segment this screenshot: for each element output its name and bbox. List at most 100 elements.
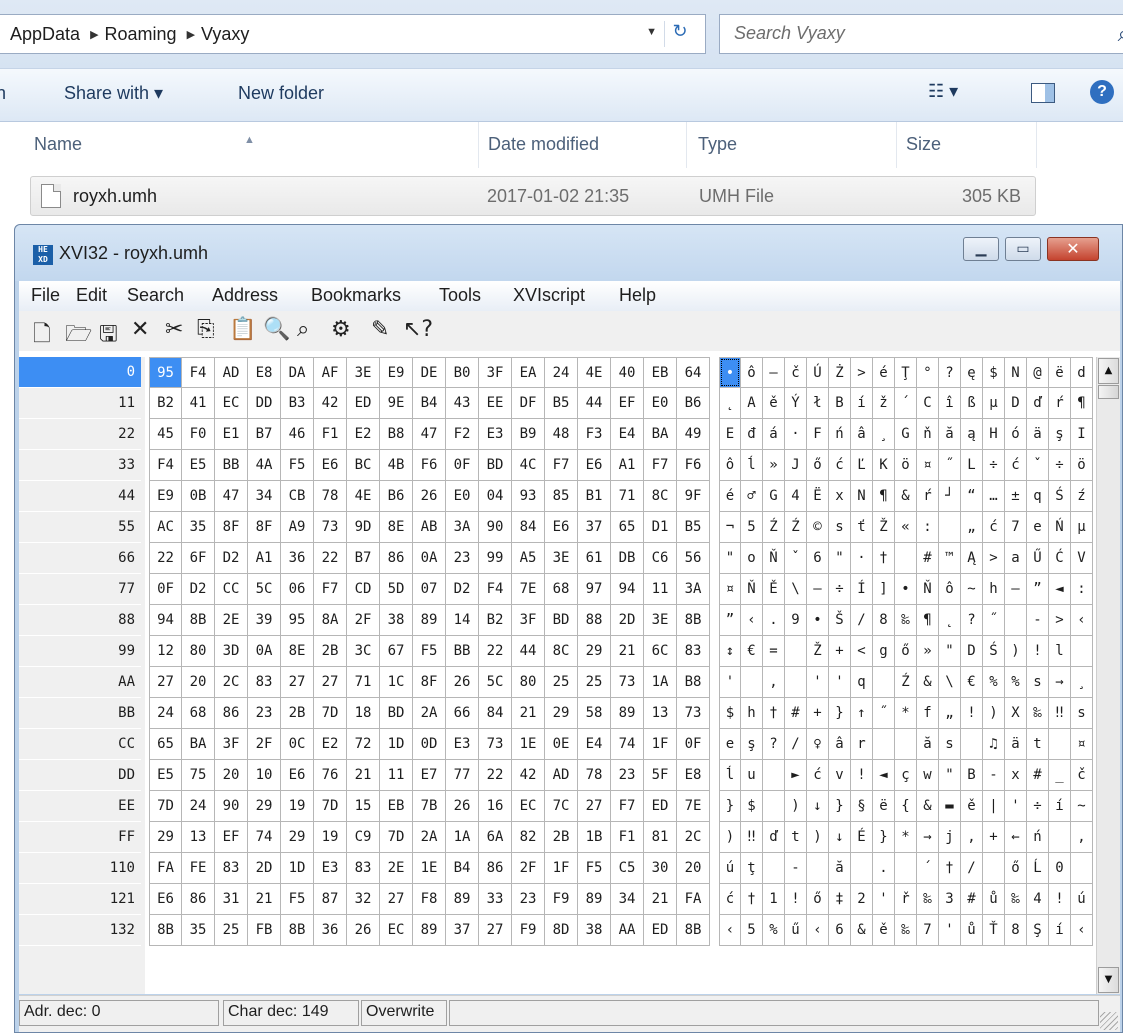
char-cell[interactable]: 1 <box>763 884 785 915</box>
char-cell[interactable]: 2 <box>851 884 873 915</box>
hex-byte-cell[interactable]: 42 <box>314 388 347 419</box>
hex-byte-cell[interactable]: AA <box>611 915 644 946</box>
char-cell[interactable]: ¸ <box>1071 667 1093 698</box>
hex-byte-cell[interactable]: 9D <box>347 512 380 543</box>
scroll-thumb[interactable] <box>1098 385 1119 399</box>
hex-byte-cell[interactable]: F5 <box>281 450 314 481</box>
hex-byte-cell[interactable]: 90 <box>479 512 512 543</box>
char-cell[interactable]: ? <box>961 605 983 636</box>
find-icon[interactable]: 🔍 <box>263 317 290 342</box>
hex-byte-cell[interactable]: 20 <box>677 853 710 884</box>
char-cell[interactable]: + <box>829 636 851 667</box>
char-cell[interactable]: & <box>895 481 917 512</box>
char-cell[interactable] <box>1049 729 1071 760</box>
char-cell[interactable]: ë <box>1049 357 1071 388</box>
char-cell[interactable]: ÷ <box>1027 791 1049 822</box>
char-cell[interactable]: x <box>829 481 851 512</box>
char-cell[interactable]: ď <box>1027 388 1049 419</box>
char-cell[interactable]: ł <box>807 388 829 419</box>
hex-byte-cell[interactable]: C9 <box>347 822 380 853</box>
hex-byte-cell[interactable]: F9 <box>512 915 545 946</box>
char-cell[interactable]: ř <box>895 884 917 915</box>
column-name[interactable]: Name <box>34 134 82 155</box>
char-cell[interactable]: 7 <box>1005 512 1027 543</box>
hex-byte-cell[interactable]: 27 <box>149 667 182 698</box>
menu-help[interactable]: Help <box>619 285 656 306</box>
close-button[interactable]: ✕ <box>1047 237 1099 261</box>
hex-byte-cell[interactable]: FB <box>248 915 281 946</box>
title-bar[interactable]: HE XD XVI32 - royxh.umh ▁ ▭ ✕ <box>15 225 1122 281</box>
char-cell[interactable]: w <box>917 760 939 791</box>
hex-byte-cell[interactable]: 1A <box>644 667 677 698</box>
char-cell[interactable]: ” <box>719 605 741 636</box>
char-cell[interactable]: X <box>1005 698 1027 729</box>
char-cell[interactable]: G <box>763 481 785 512</box>
char-cell[interactable]: ˇ <box>785 543 807 574</box>
char-cell[interactable]: ± <box>1005 481 1027 512</box>
char-cell[interactable] <box>785 636 807 667</box>
char-cell[interactable]: » <box>763 450 785 481</box>
char-cell[interactable]: 5 <box>741 915 763 946</box>
hex-byte-cell[interactable]: B5 <box>677 512 710 543</box>
char-cell[interactable]: Š <box>829 605 851 636</box>
hex-byte-cell[interactable]: 94 <box>149 605 182 636</box>
char-cell[interactable]: ˇ <box>1027 450 1049 481</box>
help-icon[interactable]: ? <box>1090 80 1114 104</box>
hex-byte-cell[interactable]: 27 <box>479 915 512 946</box>
hex-byte-cell[interactable]: F5 <box>281 884 314 915</box>
hex-byte-cell[interactable]: A5 <box>512 543 545 574</box>
hex-byte-cell[interactable]: F9 <box>545 884 578 915</box>
hex-byte-cell[interactable]: 73 <box>611 667 644 698</box>
hex-byte-cell[interactable]: 38 <box>578 915 611 946</box>
char-cell[interactable]: ź <box>1071 481 1093 512</box>
char-cell[interactable]: ô <box>719 450 741 481</box>
char-cell[interactable]: 5 <box>741 512 763 543</box>
char-cell[interactable]: É <box>851 822 873 853</box>
char-cell[interactable]: ć <box>807 760 829 791</box>
char-cell[interactable]: ♀ <box>807 729 829 760</box>
char-cell[interactable]: } <box>719 791 741 822</box>
hex-byte-cell[interactable]: 8B <box>281 915 314 946</box>
char-cell[interactable]: ↑ <box>851 698 873 729</box>
hex-byte-cell[interactable]: 7E <box>512 574 545 605</box>
hex-byte-cell[interactable]: 6F <box>182 543 215 574</box>
char-cell[interactable]: ş <box>741 729 763 760</box>
char-cell[interactable]: 7 <box>917 915 939 946</box>
char-cell[interactable]: 3 <box>939 884 961 915</box>
hex-byte-cell[interactable]: AB <box>413 512 446 543</box>
char-cell[interactable]: $ <box>983 357 1005 388</box>
char-cell[interactable]: $ <box>719 698 741 729</box>
hex-byte-cell[interactable]: 2F <box>512 853 545 884</box>
hex-byte-cell[interactable]: D2 <box>446 574 479 605</box>
hex-byte-cell[interactable]: 80 <box>182 636 215 667</box>
hex-byte-cell[interactable]: 84 <box>512 512 545 543</box>
char-cell[interactable]: f <box>917 698 939 729</box>
char-cell[interactable]: ¤ <box>917 450 939 481</box>
hex-byte-cell[interactable]: 1F <box>545 853 578 884</box>
char-cell[interactable]: / <box>785 729 807 760</box>
hex-byte-cell[interactable]: 6C <box>644 636 677 667</box>
char-cell[interactable]: ˛ <box>939 605 961 636</box>
hex-byte-cell[interactable]: 1C <box>380 667 413 698</box>
char-cell[interactable] <box>1005 605 1027 636</box>
hex-byte-cell[interactable]: 34 <box>611 884 644 915</box>
hex-byte-cell[interactable]: BA <box>182 729 215 760</box>
char-cell[interactable]: ě <box>961 791 983 822</box>
hex-byte-cell[interactable]: F1 <box>314 419 347 450</box>
char-cell[interactable]: E <box>719 419 741 450</box>
char-cell[interactable]: + <box>983 822 1005 853</box>
hex-byte-cell[interactable]: 1F <box>644 729 677 760</box>
hex-byte-cell[interactable]: 21 <box>248 884 281 915</box>
char-cell[interactable]: č <box>785 357 807 388</box>
hex-byte-cell[interactable]: 3F <box>479 357 512 388</box>
char-cell[interactable]: h <box>983 574 1005 605</box>
hex-byte-cell[interactable]: 83 <box>677 636 710 667</box>
char-cell[interactable]: D <box>1005 388 1027 419</box>
hex-byte-cell[interactable]: 11 <box>380 760 413 791</box>
hex-byte-cell[interactable]: 4E <box>347 481 380 512</box>
hex-byte-cell[interactable]: 6A <box>479 822 512 853</box>
char-cell[interactable]: q <box>851 667 873 698</box>
char-cell[interactable]: Í <box>851 574 873 605</box>
char-cell[interactable]: # <box>961 884 983 915</box>
hex-byte-cell[interactable]: 24 <box>545 357 578 388</box>
